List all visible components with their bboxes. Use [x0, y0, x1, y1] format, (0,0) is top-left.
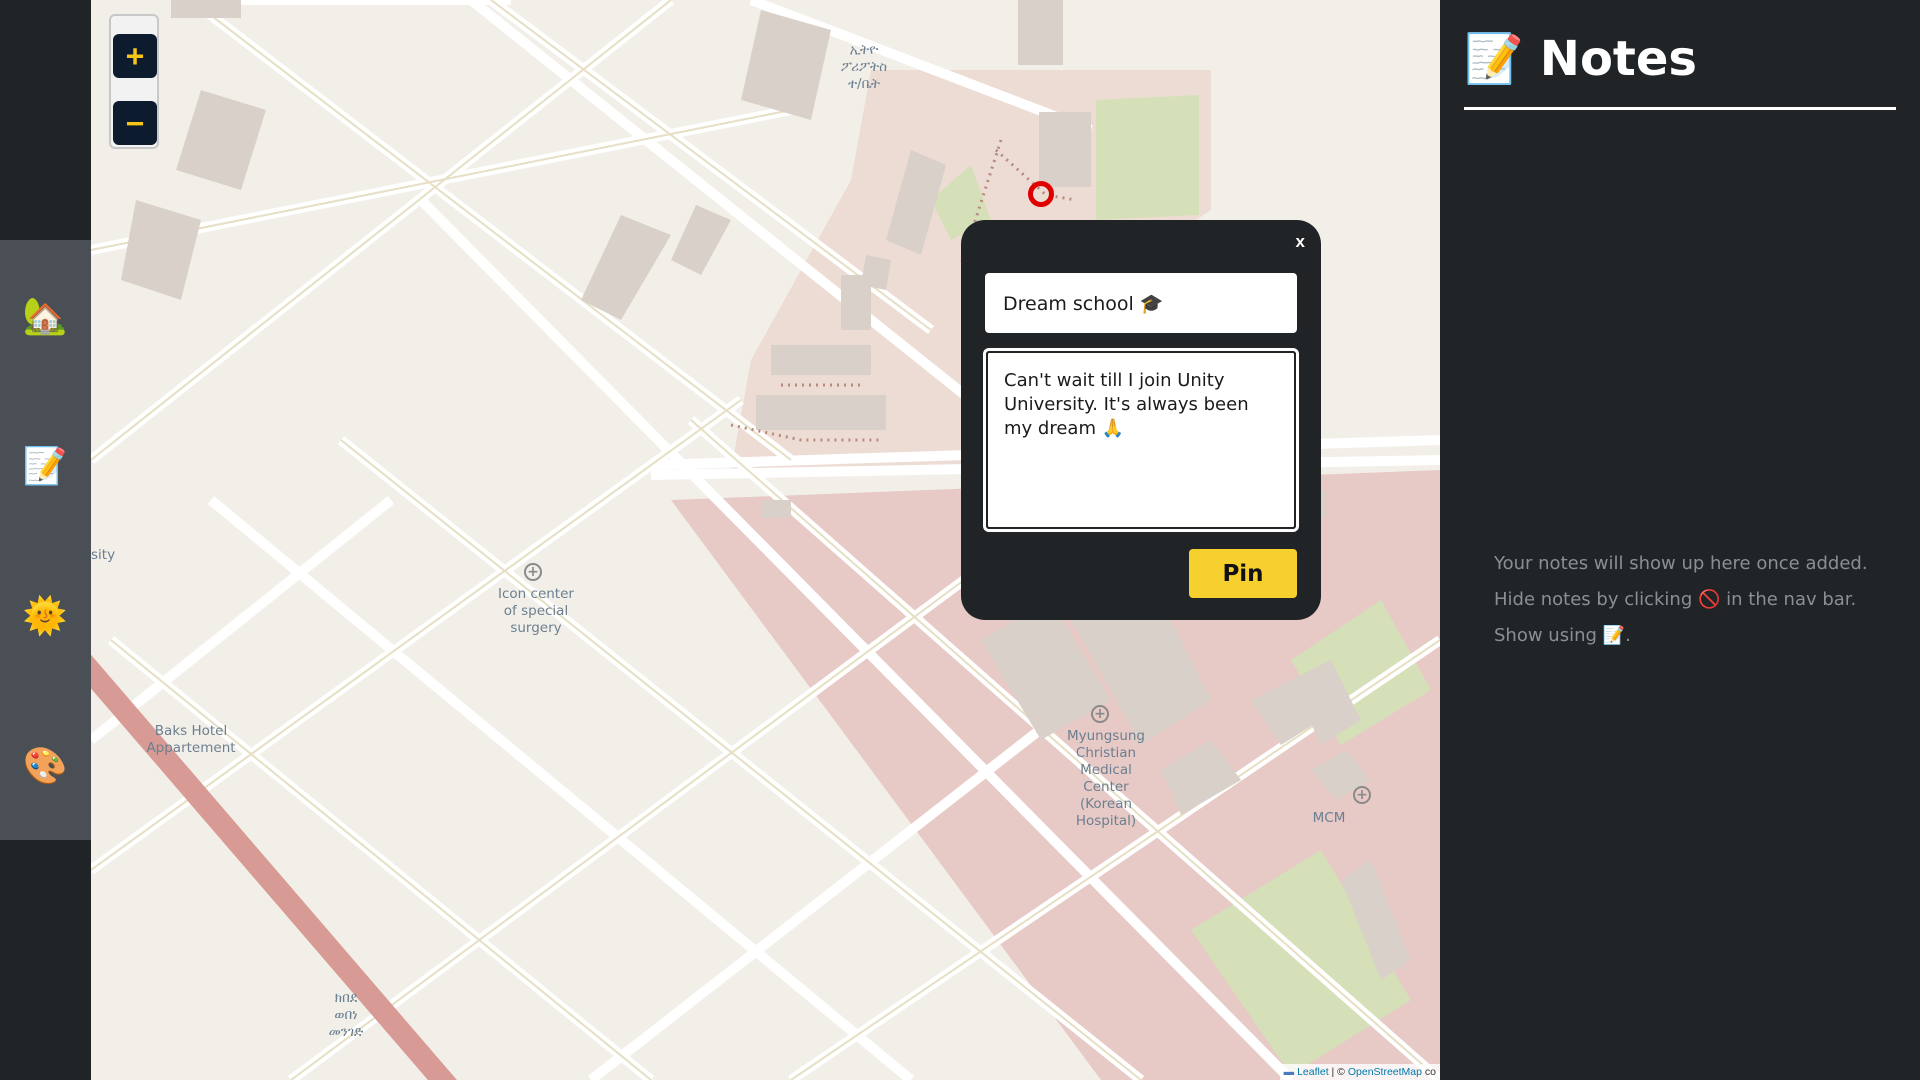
- empty-line-3-post: .: [1625, 625, 1631, 646]
- map-label-myungsung: Myungsung Christian Medical Center (Kore…: [1066, 728, 1146, 829]
- empty-line-3-pre: Show using: [1494, 625, 1603, 646]
- attribution-suffix: co: [1421, 1066, 1436, 1078]
- leaflet-link[interactable]: Leaflet: [1297, 1066, 1329, 1078]
- home-icon[interactable]: 🏡: [22, 293, 68, 339]
- notes-icon: 📝: [1464, 31, 1524, 87]
- panel-header: 📝 Notes: [1464, 30, 1697, 88]
- zoom-out-button[interactable]: −: [113, 101, 157, 145]
- notes-icon[interactable]: 📝: [22, 443, 68, 489]
- empty-line-3: Show using 📝.: [1494, 618, 1868, 654]
- panel-divider: [1464, 107, 1896, 110]
- palette-icon[interactable]: 🎨: [22, 743, 68, 789]
- sun-icon[interactable]: 🌞: [22, 593, 68, 639]
- notes-icon: 📝: [1602, 625, 1626, 646]
- nav-bar: 🏡 📝 🌞 🎨: [0, 0, 91, 1080]
- map-label-university-partial: sity: [91, 547, 116, 563]
- note-popup: x Can't wait till I join Unity Universit…: [961, 220, 1321, 620]
- map-attribution: ▬ Leaflet | © OpenStreetMap co: [1279, 1064, 1440, 1080]
- hospital-icon: +: [524, 563, 542, 581]
- empty-line-2-pre: Hide notes by clicking: [1494, 589, 1698, 610]
- note-title-input[interactable]: [985, 273, 1297, 333]
- map-label-baks-hotel: Baks Hotel Appartement: [146, 723, 236, 756]
- hospital-icon: +: [1091, 705, 1109, 723]
- attribution-separator: | ©: [1328, 1066, 1348, 1078]
- note-body-textarea[interactable]: Can't wait till I join Unity University.…: [983, 348, 1299, 532]
- empty-message: Your notes will show up here once added.…: [1494, 546, 1868, 654]
- map-label-amharic-bottom: ክበደ ወበነ መንገድ: [328, 990, 364, 1040]
- notes-panel: 📝 Notes Your notes will show up here onc…: [1440, 0, 1920, 1080]
- empty-line-1: Your notes will show up here once added.: [1494, 553, 1868, 574]
- map-label-mcm: MCM: [1312, 810, 1346, 826]
- empty-line-2-post: in the nav bar.: [1720, 589, 1857, 610]
- map-marker[interactable]: [1028, 181, 1054, 207]
- close-button[interactable]: x: [1296, 232, 1305, 252]
- hospital-icon: +: [1353, 786, 1371, 804]
- empty-line-2: Hide notes by clicking 🚫 in the nav bar.: [1494, 582, 1868, 618]
- ukraine-flag-icon: ▬: [1283, 1066, 1295, 1078]
- panel-title: Notes: [1539, 30, 1697, 87]
- map-label-amharic-top: ኢትዮ ፖሪፖትስ ተ/ቤት: [840, 42, 888, 92]
- zoom-control: + −: [109, 14, 159, 149]
- map-label-icon-center: Icon center of special surgery: [498, 586, 574, 636]
- osm-link[interactable]: OpenStreetMap: [1348, 1066, 1422, 1078]
- no-entry-icon: 🚫: [1698, 589, 1721, 610]
- pin-button[interactable]: Pin: [1189, 549, 1297, 598]
- map[interactable]: ኢትዮ ፖሪፖትስ ተ/ቤት Icon center of special su…: [91, 0, 1440, 1080]
- zoom-in-button[interactable]: +: [113, 34, 157, 78]
